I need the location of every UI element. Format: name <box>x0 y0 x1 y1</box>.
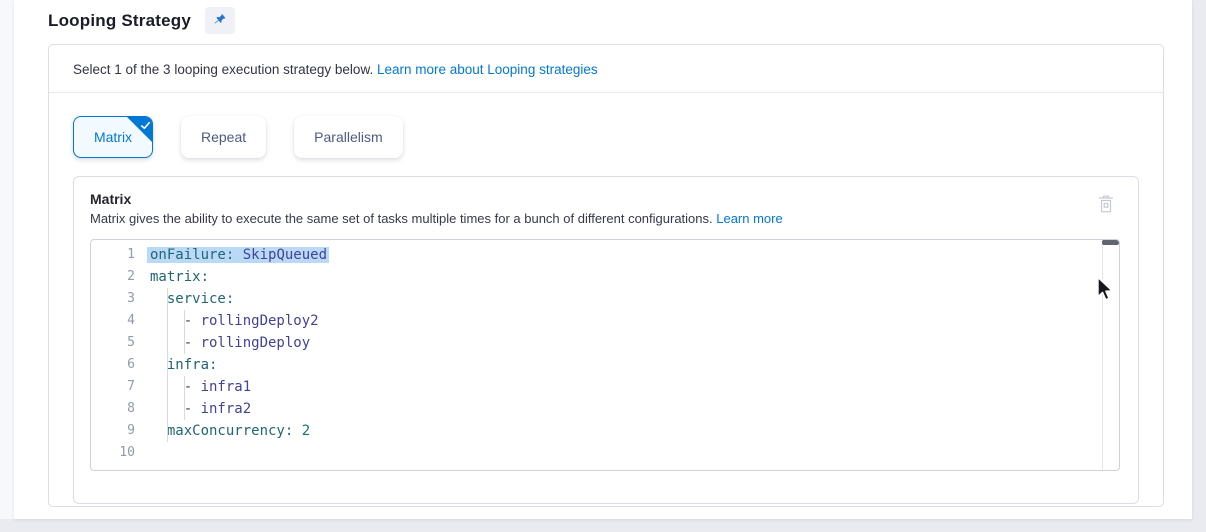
yaml-number: 2 <box>293 423 310 439</box>
code-line[interactable]: 1 onFailure: SkipQueued <box>91 244 1119 266</box>
yaml-dash: - <box>150 313 201 329</box>
code-line[interactable]: 3 service: <box>91 288 1119 310</box>
code-line[interactable]: 10 <box>91 442 1119 464</box>
pin-icon <box>212 12 227 30</box>
line-number: 1 <box>91 244 135 266</box>
matrix-description-text: Matrix gives the ability to execute the … <box>90 211 716 226</box>
indent-guide <box>184 310 185 354</box>
code-text: infra: <box>135 354 217 376</box>
yaml-value: infra2 <box>201 401 252 417</box>
code-line[interactable]: 8 - infra2 <box>91 398 1119 420</box>
selected-text: onFailure: SkipQueued <box>150 247 327 263</box>
strategy-card: Select 1 of the 3 looping execution stra… <box>48 44 1164 507</box>
check-icon <box>140 118 151 134</box>
scrollbar-track[interactable] <box>1102 240 1103 470</box>
tab-parallelism[interactable]: Parallelism <box>294 116 402 158</box>
yaml-value: SkipQueued <box>234 247 327 263</box>
yaml-key: infra: <box>150 357 217 373</box>
page-title: Looping Strategy <box>48 11 191 31</box>
yaml-key: onFailure: <box>150 247 234 263</box>
code-text: service: <box>135 288 234 310</box>
code-line[interactable]: 4 - rollingDeploy2 <box>91 310 1119 332</box>
line-number: 10 <box>91 442 135 464</box>
yaml-editor[interactable]: 1 onFailure: SkipQueued 2 matrix: 3 serv… <box>90 239 1120 471</box>
intro-text: Select 1 of the 3 looping execution stra… <box>73 62 377 77</box>
pin-button[interactable] <box>205 7 235 34</box>
trash-icon <box>1098 201 1114 216</box>
panel-header: Looping Strategy <box>48 0 1164 44</box>
matrix-detail-title: Matrix <box>90 191 1120 207</box>
line-number: 7 <box>91 376 135 398</box>
code-text: onFailure: SkipQueued <box>135 244 327 266</box>
tab-repeat-label: Repeat <box>201 129 246 145</box>
code-line[interactable]: 7 - infra1 <box>91 376 1119 398</box>
learn-more-link[interactable]: Learn more <box>716 211 782 226</box>
yaml-key: matrix: <box>150 269 209 285</box>
yaml-key: service: <box>150 291 234 307</box>
yaml-dash: - <box>150 379 201 395</box>
line-number: 6 <box>91 354 135 376</box>
scrollbar-thumb[interactable] <box>1102 240 1119 245</box>
code-line[interactable]: 9 maxConcurrency: 2 <box>91 420 1119 442</box>
strategy-tabs: Matrix Repeat Parallelism <box>73 116 1139 158</box>
yaml-value: infra1 <box>201 379 252 395</box>
code-text: - infra2 <box>135 398 251 420</box>
line-number: 2 <box>91 266 135 288</box>
code-text: - rollingDeploy <box>135 332 310 354</box>
yaml-dash: - <box>150 401 201 417</box>
looping-strategy-panel: Looping Strategy Select 1 of the 3 loopi… <box>14 0 1192 519</box>
code-line[interactable]: 5 - rollingDeploy <box>91 332 1119 354</box>
code-line[interactable]: 2 matrix: <box>91 266 1119 288</box>
delete-strategy-button[interactable] <box>1096 192 1116 218</box>
tab-matrix[interactable]: Matrix <box>73 116 153 158</box>
line-number: 8 <box>91 398 135 420</box>
looping-strategies-link[interactable]: Learn more about Looping strategies <box>377 62 598 77</box>
line-number: 9 <box>91 420 135 442</box>
code-text: maxConcurrency: 2 <box>135 420 310 442</box>
indent-guide <box>167 288 168 442</box>
code-text <box>135 442 150 464</box>
code-text: matrix: <box>135 266 209 288</box>
code-text: - rollingDeploy2 <box>135 310 319 332</box>
yaml-value: rollingDeploy <box>201 335 311 351</box>
matrix-detail-description: Matrix gives the ability to execute the … <box>90 211 1120 226</box>
tab-parallelism-label: Parallelism <box>314 129 382 145</box>
yaml-dash: - <box>150 335 201 351</box>
yaml-key: maxConcurrency: <box>150 423 293 439</box>
code-text: - infra1 <box>135 376 251 398</box>
yaml-value: rollingDeploy2 <box>201 313 319 329</box>
line-number: 5 <box>91 332 135 354</box>
matrix-detail-card: Matrix Matrix gives the ability to execu… <box>73 176 1139 504</box>
code-line[interactable]: 6 infra: <box>91 354 1119 376</box>
strategy-intro: Select 1 of the 3 looping execution stra… <box>49 45 1163 93</box>
line-number: 3 <box>91 288 135 310</box>
strategy-card-body: Matrix Repeat Parallelism Matrix Matrix … <box>49 93 1163 504</box>
page-background-strip <box>0 0 14 519</box>
tab-repeat[interactable]: Repeat <box>181 116 266 158</box>
line-number: 4 <box>91 310 135 332</box>
indent-guide <box>184 376 185 420</box>
